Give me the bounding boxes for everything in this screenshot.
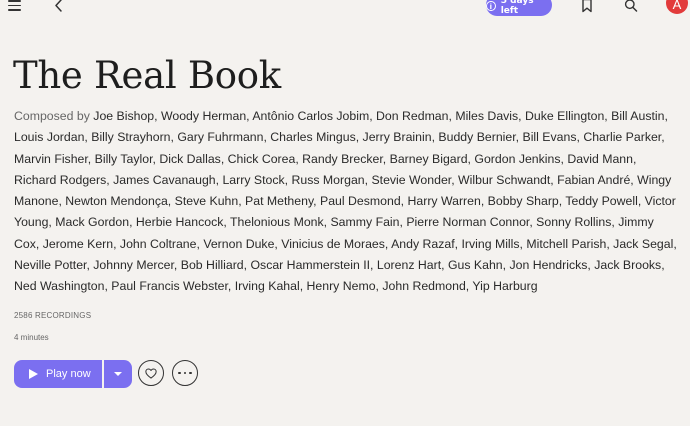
composer-names: Joe Bishop, Woody Herman, Antônio Carlos… [14,109,677,294]
favorite-button[interactable] [138,360,164,386]
composed-by-label: Composed by [14,109,90,123]
search-icon[interactable] [624,0,638,13]
composers-list: Composed by Joe Bishop, Woody Herman, An… [14,106,682,298]
play-now-button[interactable]: Play now [14,360,102,388]
menu-icon[interactable] [8,0,22,12]
trial-badge-label: 5 days left [500,0,534,16]
more-icon [178,371,192,375]
info-icon: i [486,1,496,11]
chevron-down-icon [114,372,122,376]
trial-badge[interactable]: i 5 days left [486,0,552,16]
duration: 4 minutes [14,333,49,342]
more-options-button[interactable] [172,360,198,386]
recordings-count: 2586 RECORDINGS [14,311,92,320]
page-title: The Real Book [13,54,281,97]
top-bar: i 5 days left A [0,0,690,16]
play-icon [29,369,38,379]
heart-icon [145,368,157,379]
play-now-label: Play now [46,368,91,380]
back-icon[interactable] [52,0,66,13]
bookmark-icon[interactable] [580,0,594,13]
play-options-button[interactable] [104,360,132,388]
avatar[interactable]: A [666,0,688,14]
